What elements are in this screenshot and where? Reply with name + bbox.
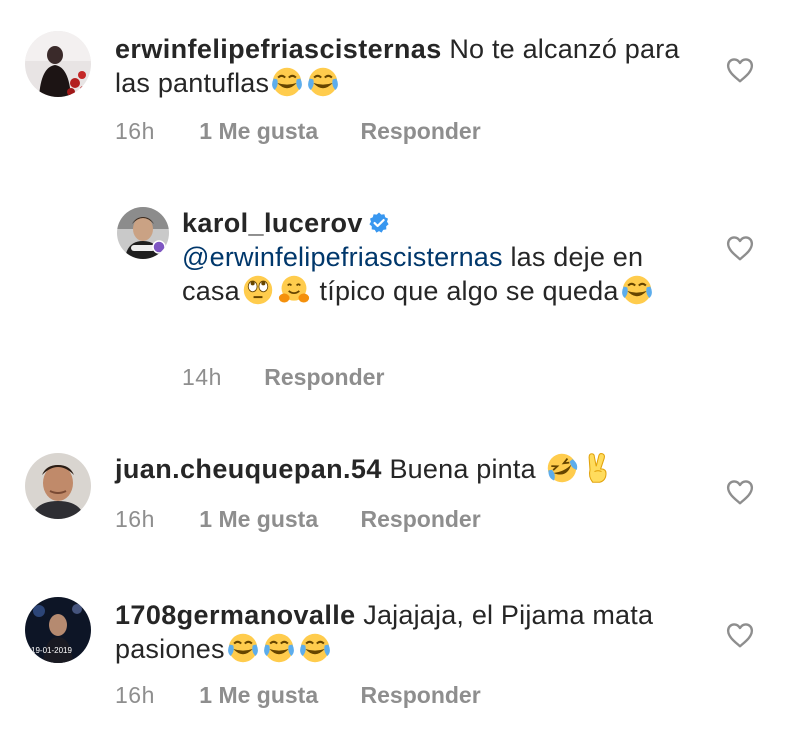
- avatar[interactable]: [25, 453, 91, 519]
- heart-outline-icon[interactable]: [725, 55, 755, 85]
- face-with-rolling-eyes-icon: [242, 274, 274, 306]
- face-with-tears-of-joy-icon: [263, 632, 295, 664]
- avatar[interactable]: [117, 207, 169, 259]
- heart-outline-icon[interactable]: [725, 620, 755, 650]
- comment-time: 16h: [115, 506, 155, 532]
- avatar-caption: 19-01-2019: [31, 646, 72, 655]
- heart-outline-icon[interactable]: [725, 477, 755, 507]
- username-link[interactable]: juan.cheuquepan.54: [115, 454, 382, 484]
- reply-button[interactable]: Responder: [361, 506, 481, 533]
- likes-count-button[interactable]: 1 Me gusta: [199, 506, 318, 533]
- reply-button[interactable]: Responder: [361, 118, 481, 145]
- comment-item: 19-01-2019 1708germanovalle Jajajaja, el…: [0, 580, 800, 732]
- comment-body: karol_lucerov @erwinfelipefriascisternas…: [182, 206, 692, 308]
- hugging-face-icon: [278, 274, 310, 306]
- likes-count-button[interactable]: 1 Me gusta: [199, 682, 318, 709]
- face-with-tears-of-joy-icon: [227, 632, 259, 664]
- comment-meta: 16h 1 Me gusta Responder: [115, 682, 481, 709]
- face-with-tears-of-joy-icon: [299, 632, 331, 664]
- comment-time: 16h: [115, 682, 155, 708]
- reply-item: karol_lucerov @erwinfelipefriascisternas…: [0, 170, 800, 420]
- comment-time: 14h: [182, 364, 222, 390]
- avatar[interactable]: 19-01-2019: [25, 597, 91, 663]
- comment-meta: 16h 1 Me gusta Responder: [115, 118, 481, 145]
- reply-button[interactable]: Responder: [264, 364, 384, 391]
- comment-item: erwinfelipefriascisternas No te alcanzó …: [0, 0, 800, 170]
- username-link[interactable]: erwinfelipefriascisternas: [115, 34, 442, 64]
- comment-meta: 14h Responder: [182, 364, 384, 391]
- comment-meta: 16h 1 Me gusta Responder: [115, 506, 481, 533]
- face-with-tears-of-joy-icon: [621, 274, 653, 306]
- comment-body: 1708germanovalle Jajajaja, el Pijama mat…: [115, 598, 705, 666]
- avatar[interactable]: [25, 31, 91, 97]
- username-link[interactable]: 1708germanovalle: [115, 600, 356, 630]
- victory-hand-icon: [582, 452, 614, 484]
- verified-badge-icon: [369, 212, 389, 233]
- heart-outline-icon[interactable]: [725, 233, 755, 263]
- comment-item: juan.cheuquepan.54 Buena pinta 16h 1 Me …: [0, 420, 800, 580]
- comment-text: típico que algo se queda: [319, 276, 619, 306]
- comment-body: juan.cheuquepan.54 Buena pinta: [115, 452, 705, 486]
- reply-button[interactable]: Responder: [361, 682, 481, 709]
- comment-body: erwinfelipefriascisternas No te alcanzó …: [115, 32, 705, 100]
- likes-count-button[interactable]: 1 Me gusta: [199, 118, 318, 145]
- comment-text: Buena pinta: [389, 454, 536, 484]
- face-with-tears-of-joy-icon: [271, 66, 303, 98]
- mention-link[interactable]: @erwinfelipefriascisternas: [182, 242, 503, 272]
- rolling-on-floor-laughing-icon: [546, 452, 578, 484]
- comment-time: 16h: [115, 118, 155, 144]
- face-with-tears-of-joy-icon: [307, 66, 339, 98]
- username-link[interactable]: karol_lucerov: [182, 208, 363, 238]
